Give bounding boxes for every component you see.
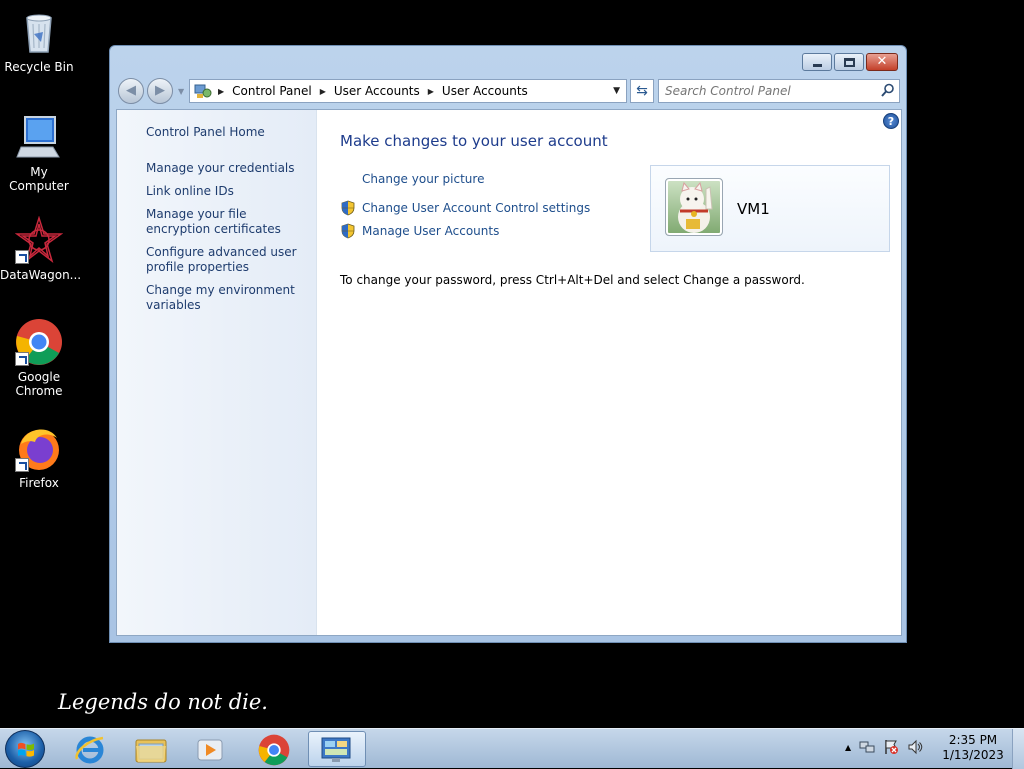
network-icon[interactable] [859, 739, 875, 755]
forward-button[interactable]: ▶ [147, 78, 173, 104]
back-arrow-icon: ◀ [126, 83, 136, 98]
control-panel-home-link[interactable]: Control Panel Home [146, 125, 265, 139]
windows-logo-icon [18, 742, 34, 757]
user-avatar[interactable] [665, 178, 723, 236]
address-dropdown-icon[interactable]: ▼ [613, 80, 620, 102]
show-desktop-button[interactable] [1012, 729, 1024, 769]
back-button[interactable]: ◀ [118, 78, 144, 104]
taskbar: ▲ 2:35 PM 1/13/2023 [0, 728, 1024, 769]
volume-icon[interactable] [907, 739, 923, 755]
breadcrumb-separator-icon[interactable]: ▶ [216, 87, 226, 96]
task-environment-variables[interactable]: Change my environment variables [146, 283, 306, 313]
maximize-icon [844, 58, 855, 67]
breadcrumb-user-accounts[interactable]: User Accounts [328, 84, 426, 98]
uac-shield-icon [341, 200, 355, 216]
content-area: Control Panel Home Manage your credentia… [116, 109, 902, 636]
close-button[interactable]: ✕ [866, 53, 898, 71]
search-input[interactable] [659, 80, 869, 102]
taskbar-media-player[interactable] [184, 731, 236, 767]
minimize-icon [813, 64, 822, 67]
taskbar-file-explorer[interactable] [124, 731, 176, 767]
control-panel-icon [321, 737, 351, 762]
search-icon[interactable] [881, 83, 895, 97]
shortcut-arrow-icon [15, 352, 29, 366]
control-panel-window: ✕ ◀ ▶ ▼ ▶ Control Panel ▶ User Accounts … [109, 45, 907, 643]
task-pane: Control Panel Home Manage your credentia… [117, 110, 317, 635]
desktop-icon-my-computer[interactable]: My Computer [0, 113, 78, 193]
refresh-button[interactable]: ⇆ [630, 79, 654, 103]
minimize-button[interactable] [802, 53, 832, 71]
computer-icon [15, 113, 63, 161]
uac-settings-link[interactable]: Change User Account Control settings [362, 201, 590, 215]
caption-buttons: ✕ [802, 53, 898, 71]
desktop: Recycle Bin My Computer DataWagon... Goo… [0, 0, 1024, 769]
forward-arrow-icon: ▶ [155, 83, 165, 98]
shortcut-arrow-icon [15, 458, 29, 472]
taskbar-google-chrome[interactable] [248, 731, 300, 767]
user-name: VM1 [737, 200, 770, 218]
task-manage-credentials[interactable]: Manage your credentials [146, 161, 306, 176]
shortcut-arrow-icon [15, 250, 29, 264]
breadcrumb-user-accounts-current[interactable]: User Accounts [436, 84, 534, 98]
main-pane: ? Make changes to your user account Chan… [317, 110, 901, 635]
uac-shield-icon [341, 223, 355, 239]
taskbar-internet-explorer[interactable] [64, 731, 116, 767]
firefox-icon [15, 424, 63, 472]
desktop-icon-recycle-bin[interactable]: Recycle Bin [0, 8, 78, 74]
user-account-card: VM1 [650, 165, 890, 252]
breadcrumb-separator-icon[interactable]: ▶ [318, 87, 328, 96]
desktop-icon-datawagon[interactable]: DataWagon... [0, 215, 82, 282]
change-picture-link[interactable]: Change your picture [362, 172, 484, 186]
address-bar[interactable]: ▶ Control Panel ▶ User Accounts ▶ User A… [189, 79, 627, 103]
lucky-cat-picture-icon [678, 181, 713, 233]
desktop-icon-label: Recycle Bin [4, 60, 74, 74]
maximize-button[interactable] [834, 53, 864, 71]
desktop-icon-label: Firefox [19, 476, 59, 490]
breadcrumb-control-panel[interactable]: Control Panel [226, 84, 318, 98]
control-panel-icon [194, 84, 212, 98]
password-change-note: To change your password, press Ctrl+Alt+… [340, 273, 805, 287]
action-center-flag-icon[interactable] [883, 739, 899, 755]
task-list: Manage your credentials Link online IDs … [146, 161, 306, 321]
datawagon-icon [14, 215, 64, 264]
desktop-icon-google-chrome[interactable]: Google Chrome [0, 318, 78, 398]
desktop-motto: Legends do not die. [58, 690, 268, 714]
media-player-icon [197, 739, 223, 761]
internet-explorer-icon [75, 736, 104, 764]
recycle-bin-icon [15, 8, 63, 56]
help-button[interactable]: ? [883, 113, 899, 129]
desktop-icon-label: My Computer [9, 165, 69, 193]
system-clock[interactable]: 2:35 PM 1/13/2023 [935, 733, 1011, 763]
close-icon: ✕ [876, 54, 888, 69]
desktop-icon-firefox[interactable]: Firefox [0, 424, 78, 490]
chrome-icon [15, 318, 63, 366]
system-tray: ▲ [845, 739, 923, 755]
breadcrumb-separator-icon[interactable]: ▶ [426, 87, 436, 96]
taskbar-control-panel[interactable] [308, 731, 366, 767]
task-manage-encryption-certificates[interactable]: Manage your file encryption certificates [146, 207, 306, 237]
folder-icon [135, 739, 167, 763]
nav-arrows: ◀ ▶ ▼ [118, 77, 188, 105]
desktop-icon-label: DataWagon... [0, 268, 82, 282]
refresh-icon: ⇆ [636, 83, 648, 99]
clock-date: 1/13/2023 [942, 748, 1004, 762]
show-hidden-icons-button[interactable]: ▲ [845, 743, 851, 752]
navigation-bar: ◀ ▶ ▼ ▶ Control Panel ▶ User Accounts ▶ … [116, 76, 902, 106]
task-advanced-profile-properties[interactable]: Configure advanced user profile properti… [146, 245, 306, 275]
recent-pages-dropdown-icon[interactable]: ▼ [178, 87, 184, 96]
desktop-icon-label: Google Chrome [15, 370, 63, 398]
task-link-online-ids[interactable]: Link online IDs [146, 184, 306, 199]
page-title: Make changes to your user account [340, 132, 608, 150]
manage-user-accounts-link[interactable]: Manage User Accounts [362, 224, 499, 238]
clock-time: 2:35 PM [948, 733, 998, 747]
search-box[interactable] [658, 79, 900, 103]
chrome-icon [258, 734, 290, 766]
start-button[interactable] [5, 730, 45, 768]
